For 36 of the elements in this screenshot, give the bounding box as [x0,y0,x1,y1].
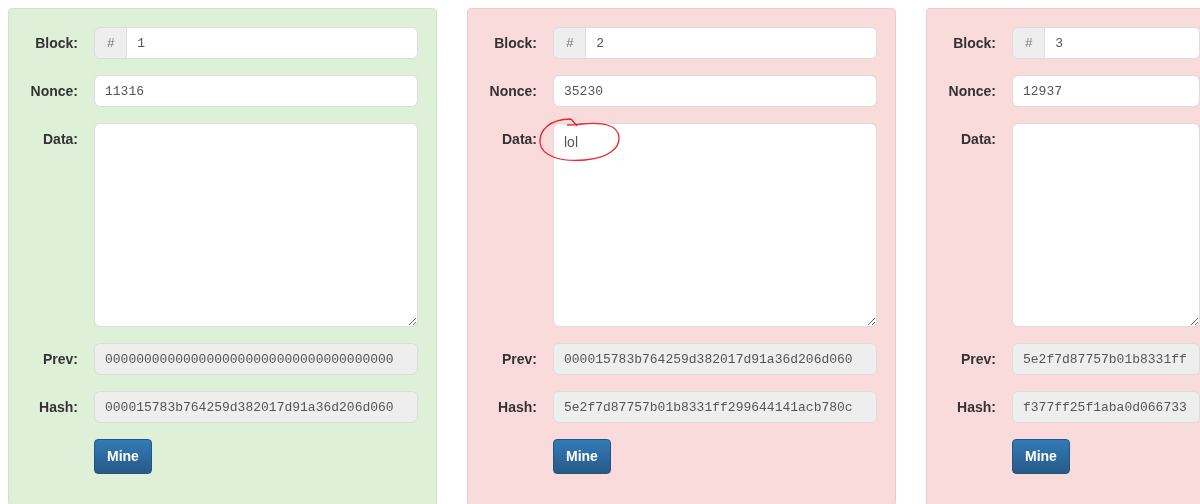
block-number-field[interactable]: 3 [1044,27,1200,59]
field-label: Nonce: [947,82,997,101]
field-label: Nonce: [488,82,538,101]
mine-button[interactable]: Mine [94,439,152,474]
field-label: Data: [960,130,997,149]
mine-button[interactable]: Mine [553,439,611,474]
data-field[interactable]: lol [553,123,877,327]
block-number-field[interactable]: 2 [585,27,877,59]
field-label: Block: [34,34,79,53]
hash-field[interactable]: f377ff25f1aba0d066733 [1012,391,1200,423]
field-label: Block: [952,34,997,53]
hash-field[interactable]: 5e2f7d87757b01b8331ff299644141acb780c [553,391,877,423]
hash-addon: # [553,27,587,59]
prev-hash-field[interactable]: 0000000000000000000000000000000000000 [94,343,418,375]
hash-addon: # [94,27,128,59]
field-label: Nonce: [29,82,79,101]
field-label: Hash: [956,398,997,417]
field-label: Prev: [959,350,997,369]
field-label: Prev: [500,350,538,369]
field-label: Block: [493,34,538,53]
field-label: Data: [501,130,538,149]
prev-hash-field[interactable]: 000015783b764259d382017d91a36d206d060 [553,343,877,375]
nonce-field[interactable]: 11316 [94,75,418,107]
data-field[interactable] [1012,123,1200,327]
hash-field[interactable]: 000015783b764259d382017d91a36d206d060 [94,391,418,423]
field-label: Prev: [41,350,79,369]
nonce-field[interactable]: 12937 [1012,75,1200,107]
mine-button[interactable]: Mine [1012,439,1070,474]
field-label: Data: [42,130,79,149]
data-field[interactable] [94,123,418,327]
nonce-field[interactable]: 35230 [553,75,877,107]
hash-addon: # [1012,27,1046,59]
prev-hash-field[interactable]: 5e2f7d87757b01b8331ff [1012,343,1200,375]
field-label: Hash: [38,398,79,417]
field-label: Hash: [497,398,538,417]
block-number-field[interactable]: 1 [126,27,418,59]
